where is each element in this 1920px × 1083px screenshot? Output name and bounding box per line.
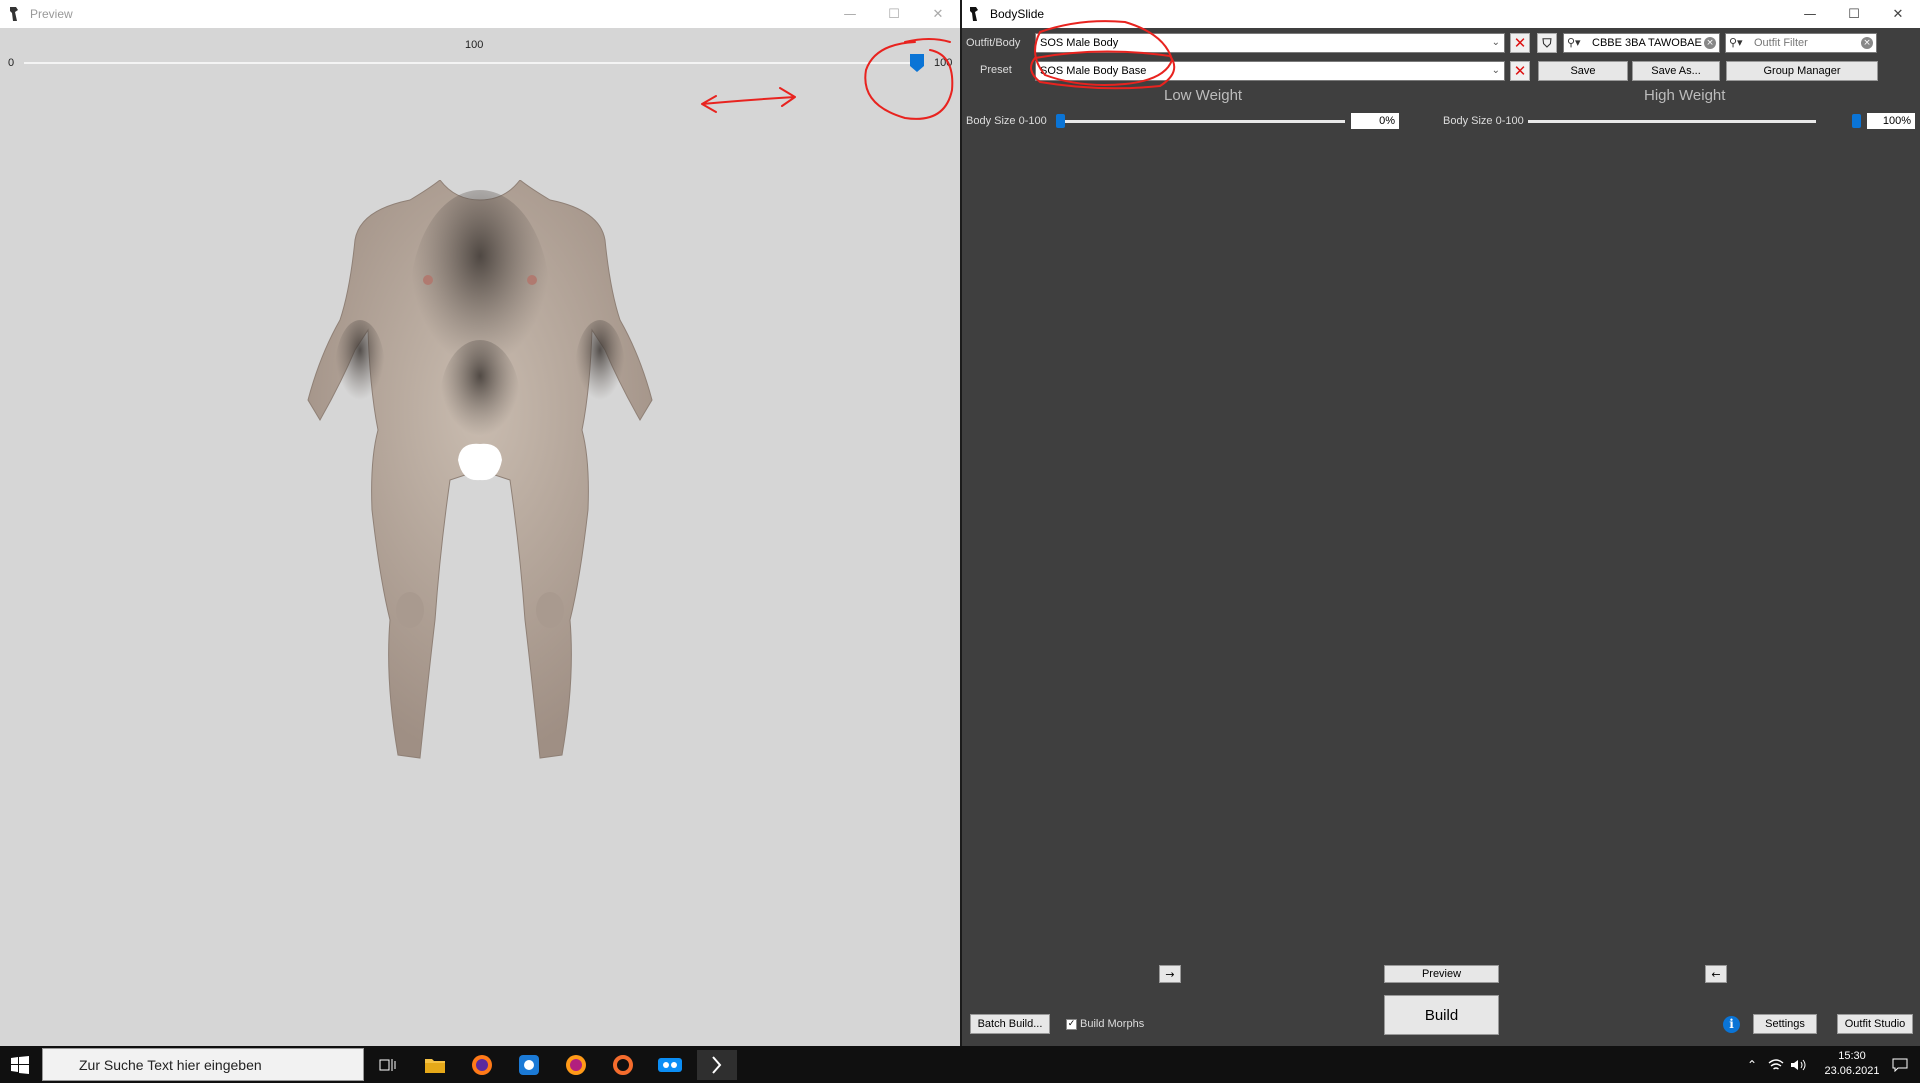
preview-button[interactable]: Preview xyxy=(1384,965,1499,983)
copy-right-arrow-button[interactable]: → xyxy=(1159,965,1181,983)
minimize-icon[interactable]: — xyxy=(1788,0,1832,28)
volume-icon[interactable] xyxy=(1786,1050,1810,1080)
ea-app-icon[interactable] xyxy=(650,1050,690,1080)
group-filter-search[interactable]: ⚲▾ CBBE 3BA TAWOBAE × xyxy=(1563,33,1720,53)
low-body-size-label: Body Size 0-100 xyxy=(966,115,1047,127)
settings-button[interactable]: Settings xyxy=(1753,1014,1817,1034)
bodyslide-window: BodySlide — ☐ ✕ Outfit/Body SOS Male Bod… xyxy=(960,0,1920,1046)
preview-titlebar: Preview xyxy=(0,0,960,28)
task-view-icon[interactable] xyxy=(368,1050,408,1080)
low-body-size-slider[interactable] xyxy=(1057,120,1345,123)
body-model-preview[interactable] xyxy=(300,180,660,760)
weight-slider-thumb[interactable] xyxy=(910,54,924,72)
chevron-down-icon: ⌄ xyxy=(1491,65,1500,76)
copy-left-arrow-button[interactable]: ← xyxy=(1705,965,1727,983)
outfit-filter-search[interactable]: ⚲▾ Outfit Filter × xyxy=(1725,33,1877,53)
build-morphs-checkbox[interactable]: ✓ xyxy=(1066,1019,1077,1030)
high-weight-title: High Weight xyxy=(1644,87,1726,104)
notification-icon[interactable] xyxy=(1880,1050,1920,1080)
maximize-icon[interactable]: ☐ xyxy=(872,0,916,28)
firefox-dev-icon[interactable] xyxy=(556,1050,596,1080)
outfit-filter-placeholder: Outfit Filter xyxy=(1754,37,1808,49)
preset-dropdown[interactable]: SOS Male Body Base ⌄ xyxy=(1035,61,1505,81)
outfit-body-value: SOS Male Body xyxy=(1040,37,1119,49)
weight-slider-value-label: 100 xyxy=(465,39,484,51)
low-body-size-value[interactable]: 0% xyxy=(1351,113,1399,129)
search-icon: ⚲▾ xyxy=(1729,36,1743,49)
search-icon: ⚲▾ xyxy=(1567,36,1581,49)
bodyslide-app-icon xyxy=(6,6,22,22)
steam-icon[interactable] xyxy=(509,1050,549,1080)
outfit-body-label: Outfit/Body xyxy=(966,37,1021,49)
weight-slider-max-label: 100 xyxy=(934,57,953,69)
clear-icon[interactable]: × xyxy=(1861,37,1873,49)
build-button[interactable]: Build xyxy=(1384,995,1499,1035)
minimize-icon[interactable]: — xyxy=(828,0,872,28)
high-body-size-slider[interactable] xyxy=(1528,120,1816,123)
preset-label: Preset xyxy=(980,64,1012,76)
info-icon[interactable]: i xyxy=(1723,1016,1740,1033)
outfit-studio-button[interactable]: Outfit Studio xyxy=(1837,1014,1913,1034)
group-manager-button[interactable]: Group Manager xyxy=(1726,61,1878,81)
group-filter-icon[interactable]: ⛉ xyxy=(1537,33,1557,53)
bodyslide-app-icon xyxy=(966,6,982,22)
chevron-up-icon[interactable]: ⌃ xyxy=(1740,1050,1764,1080)
taskbar-search-placeholder: Zur Suche Text hier eingeben xyxy=(79,1057,262,1073)
wifi-icon[interactable] xyxy=(1764,1050,1788,1080)
window-divider xyxy=(960,0,962,1046)
origin-icon[interactable] xyxy=(603,1050,643,1080)
chevron-down-icon: ⌄ xyxy=(1491,37,1500,48)
save-button[interactable]: Save xyxy=(1538,61,1628,81)
bodyslide-title: BodySlide xyxy=(990,7,1045,21)
preview-title: Preview xyxy=(30,7,73,21)
bodyslide-titlebar: BodySlide xyxy=(960,0,1920,28)
high-body-size-label: Body Size 0-100 xyxy=(1443,115,1524,127)
preview-window: Preview — ☐ ✕ 0 100 100 xyxy=(0,0,960,1046)
close-icon[interactable]: ✕ xyxy=(1876,0,1920,28)
file-explorer-icon[interactable] xyxy=(415,1050,455,1080)
taskbar-search-input[interactable]: Zur Suche Text hier eingeben xyxy=(42,1048,364,1081)
outfit-body-dropdown[interactable]: SOS Male Body ⌄ xyxy=(1035,33,1505,53)
high-body-size-value[interactable]: 100% xyxy=(1867,113,1915,129)
batch-build-button[interactable]: Batch Build... xyxy=(970,1014,1050,1034)
group-filter-value: CBBE 3BA TAWOBAE xyxy=(1592,37,1702,49)
weight-slider-min-label: 0 xyxy=(8,57,15,69)
build-morphs-label: Build Morphs xyxy=(1080,1018,1145,1030)
bodyslide-taskbar-icon[interactable] xyxy=(697,1050,737,1080)
low-body-size-thumb[interactable] xyxy=(1056,114,1065,128)
maximize-icon[interactable]: ☐ xyxy=(1832,0,1876,28)
delete-preset-icon[interactable]: ✕ xyxy=(1510,61,1530,81)
low-weight-title: Low Weight xyxy=(1164,87,1243,104)
clear-icon[interactable]: × xyxy=(1704,37,1716,49)
firefox-icon[interactable] xyxy=(462,1050,502,1080)
high-body-size-thumb[interactable] xyxy=(1852,114,1861,128)
save-as-button[interactable]: Save As... xyxy=(1632,61,1720,81)
windows-start-icon[interactable] xyxy=(0,1050,40,1080)
weight-slider-track[interactable] xyxy=(24,62,916,64)
preset-value: SOS Male Body Base xyxy=(1040,65,1147,77)
close-icon[interactable]: ✕ xyxy=(916,0,960,28)
delete-outfit-icon[interactable]: ✕ xyxy=(1510,33,1530,53)
